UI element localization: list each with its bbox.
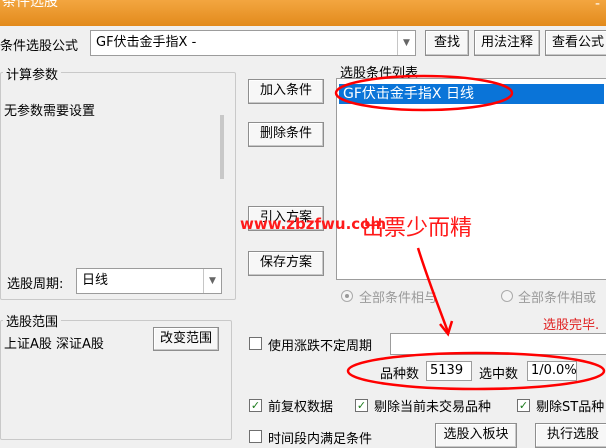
annotation-ellipse-stats (346, 351, 606, 391)
forward-adjust-checkbox[interactable]: ✓ (249, 399, 262, 412)
exclude-untraded-checkbox[interactable]: ✓ (355, 399, 368, 412)
annotation-ellipse-condition (334, 74, 514, 112)
exclude-st-label: 剔除ST品种 (536, 400, 605, 415)
exclude-untraded-label: 剔除当前未交易品种 (374, 400, 492, 415)
execute-button[interactable]: 执行选股 (535, 423, 606, 448)
exclude-st-checkbox[interactable]: ✓ (517, 399, 530, 412)
annotation-overlay (334, 74, 606, 391)
add-to-block-button[interactable]: 选股入板块 (435, 423, 517, 448)
time-range-checkbox[interactable] (249, 430, 262, 443)
time-range-label: 时间段内满足条件 (268, 432, 373, 447)
annotation-arrow (416, 247, 450, 333)
forward-adjust-label: 前复权数据 (268, 400, 334, 415)
